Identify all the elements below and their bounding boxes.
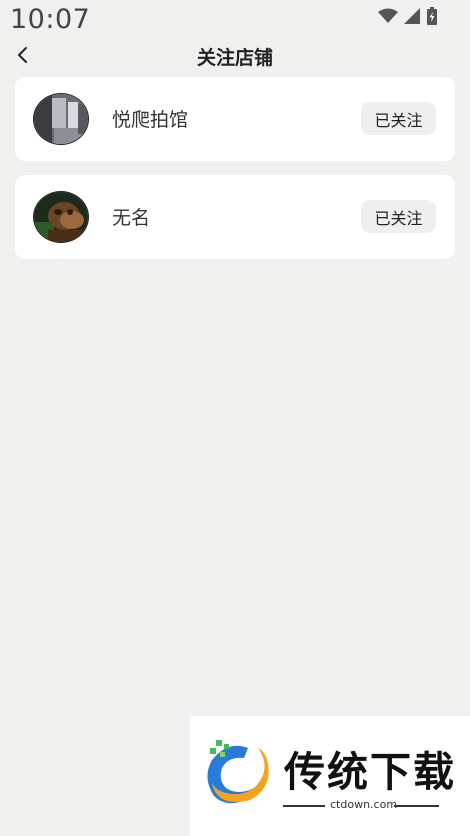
watermark-title: 传统下载 xyxy=(284,748,456,796)
watermark-divider-left xyxy=(283,805,325,807)
nav-bar: 关注店铺 xyxy=(0,40,470,72)
battery-icon xyxy=(427,7,437,25)
status-icons xyxy=(378,6,438,26)
watermark-divider-right xyxy=(394,805,439,807)
following-button[interactable]: 已关注 xyxy=(361,200,436,233)
shop-avatar xyxy=(33,93,89,145)
shop-card[interactable]: 悦爬拍馆 已关注 xyxy=(15,77,455,161)
shop-name: 无名 xyxy=(112,207,151,229)
shop-avatar xyxy=(33,191,89,243)
wifi-icon xyxy=(378,8,398,23)
page-title: 关注店铺 xyxy=(196,47,273,69)
status-bar: 10:07 xyxy=(0,0,470,40)
status-time: 10:07 xyxy=(10,4,91,35)
following-button[interactable]: 已关注 xyxy=(361,102,436,135)
watermark: 传统下载 ctdown.com xyxy=(190,716,470,836)
shop-card[interactable]: 无名 已关注 xyxy=(15,175,455,259)
shop-name: 悦爬拍馆 xyxy=(112,109,189,131)
watermark-url: ctdown.com xyxy=(330,798,398,811)
signal-icon xyxy=(404,8,420,24)
shop-list: 悦爬拍馆 已关注 无名 已关注 xyxy=(15,77,455,273)
ctdown-logo-icon xyxy=(207,740,269,804)
